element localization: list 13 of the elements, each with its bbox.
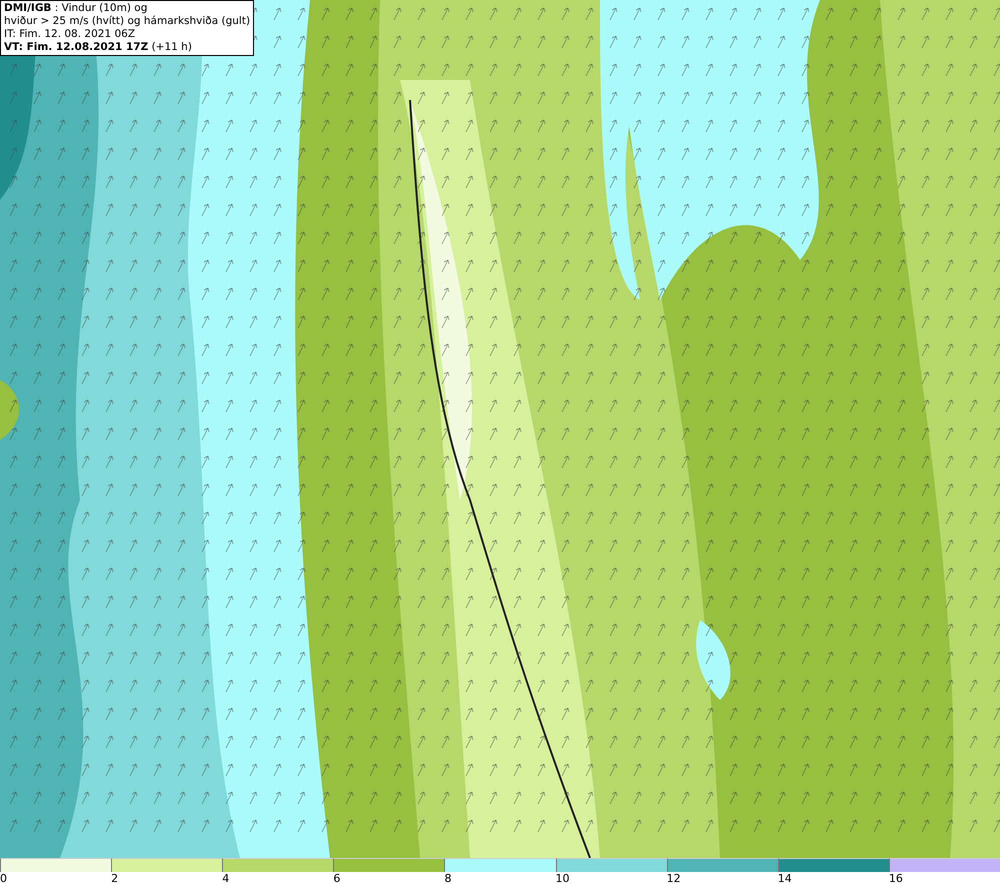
legend-label: 12 [666,872,681,886]
legend-label: 16 [888,872,903,886]
header-text: hviður > 25 m/s (hvítt) og hámarkshviða (gult) [4,15,250,28]
legend-label: 8 [444,872,452,886]
legend-label: 10 [556,872,570,886]
legend-label: 0 [0,872,7,886]
legend-label: 6 [333,872,340,886]
legend-label: 14 [778,872,792,886]
legend-label: 4 [222,872,230,886]
legend-label: 2 [111,872,118,886]
header-text: VT: Fim. 12.08.2021 17Z (+11 h) [4,41,193,54]
header-text: IT: Fim. 12. 08. 2021 06Z [4,28,136,41]
header-text: DMI/IGB : Vindur (10m) og [4,2,148,15]
